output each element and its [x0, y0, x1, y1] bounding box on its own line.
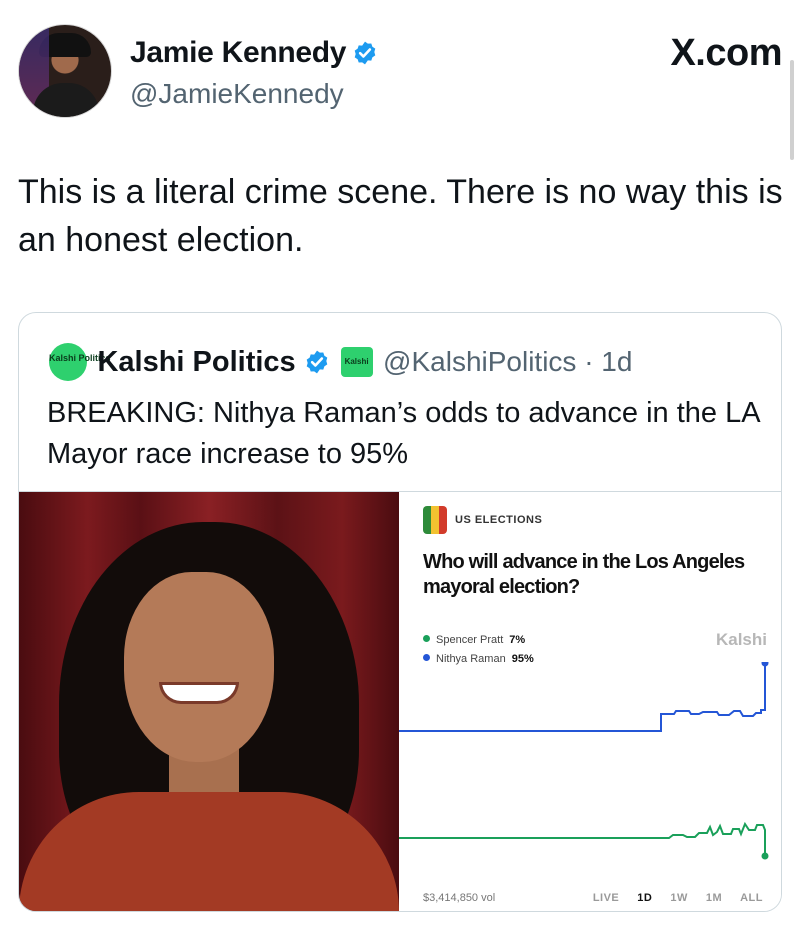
verified-badge-icon — [354, 41, 376, 65]
candidate-photo[interactable] — [19, 492, 399, 911]
range-live[interactable]: LIVE — [593, 892, 619, 904]
trade-volume: $3,414,850 vol — [423, 892, 496, 904]
range-1w[interactable]: 1W — [670, 892, 688, 904]
tweet-text: This is a literal crime scene. There is … — [18, 173, 783, 259]
market-card: US ELECTIONS Who will advance in the Los… — [399, 492, 781, 911]
odds-chart — [399, 662, 769, 860]
spencer-pratt-endpoint — [761, 852, 769, 860]
legend-dot-green — [423, 635, 430, 642]
spencer-pratt-line — [399, 821, 766, 855]
site-label: X.com — [670, 32, 782, 74]
author-avatar[interactable] — [18, 24, 112, 118]
quoted-tweet[interactable]: Kalshi Politics Kalshi Politics Kalshi @… — [18, 312, 782, 912]
quoted-handle-time[interactable]: @KalshiPolitics · 1d — [383, 346, 632, 377]
nithya-raman-line — [399, 662, 766, 732]
author-handle[interactable]: @JamieKennedy — [130, 78, 344, 110]
affiliate-logo: Kalshi — [340, 347, 373, 377]
la-flag-icon — [423, 506, 447, 534]
range-selector: LIVE 1D 1W 1M ALL — [575, 892, 763, 904]
verified-badge-icon — [306, 350, 328, 374]
quoted-avatar[interactable]: Kalshi Politics — [49, 343, 111, 381]
nithya-raman-endpoint — [761, 662, 769, 667]
kalshi-brand: Kalshi — [715, 630, 767, 649]
quoted-author-name[interactable]: Kalshi Politics — [97, 346, 295, 378]
market-question: Who will advance in the Los Angeles mayo… — [423, 551, 745, 598]
market-category: US ELECTIONS — [455, 514, 543, 526]
author-name-text[interactable]: Jamie Kennedy — [130, 36, 347, 69]
quoted-tweet-header: Kalshi Politics Kalshi Politics Kalshi @… — [49, 343, 632, 381]
quoted-tweet-text: BREAKING: Nithya Raman’s odds to advance… — [47, 397, 759, 470]
legend-dot-blue — [423, 654, 430, 661]
range-all[interactable]: ALL — [740, 892, 763, 904]
range-1d[interactable]: 1D — [637, 892, 652, 904]
range-1m[interactable]: 1M — [706, 892, 722, 904]
legend-label: Spencer Pratt — [436, 634, 504, 646]
quoted-media[interactable]: US ELECTIONS Who will advance in the Los… — [19, 491, 781, 911]
legend-value: 7% — [509, 634, 526, 646]
legend-item: Spencer Pratt 7% — [423, 634, 534, 653]
scrollbar[interactable] — [790, 60, 794, 160]
author-name[interactable]: Jamie Kennedy — [130, 36, 378, 70]
tweet-header: Jamie Kennedy @JamieKennedy X.com — [18, 18, 782, 118]
